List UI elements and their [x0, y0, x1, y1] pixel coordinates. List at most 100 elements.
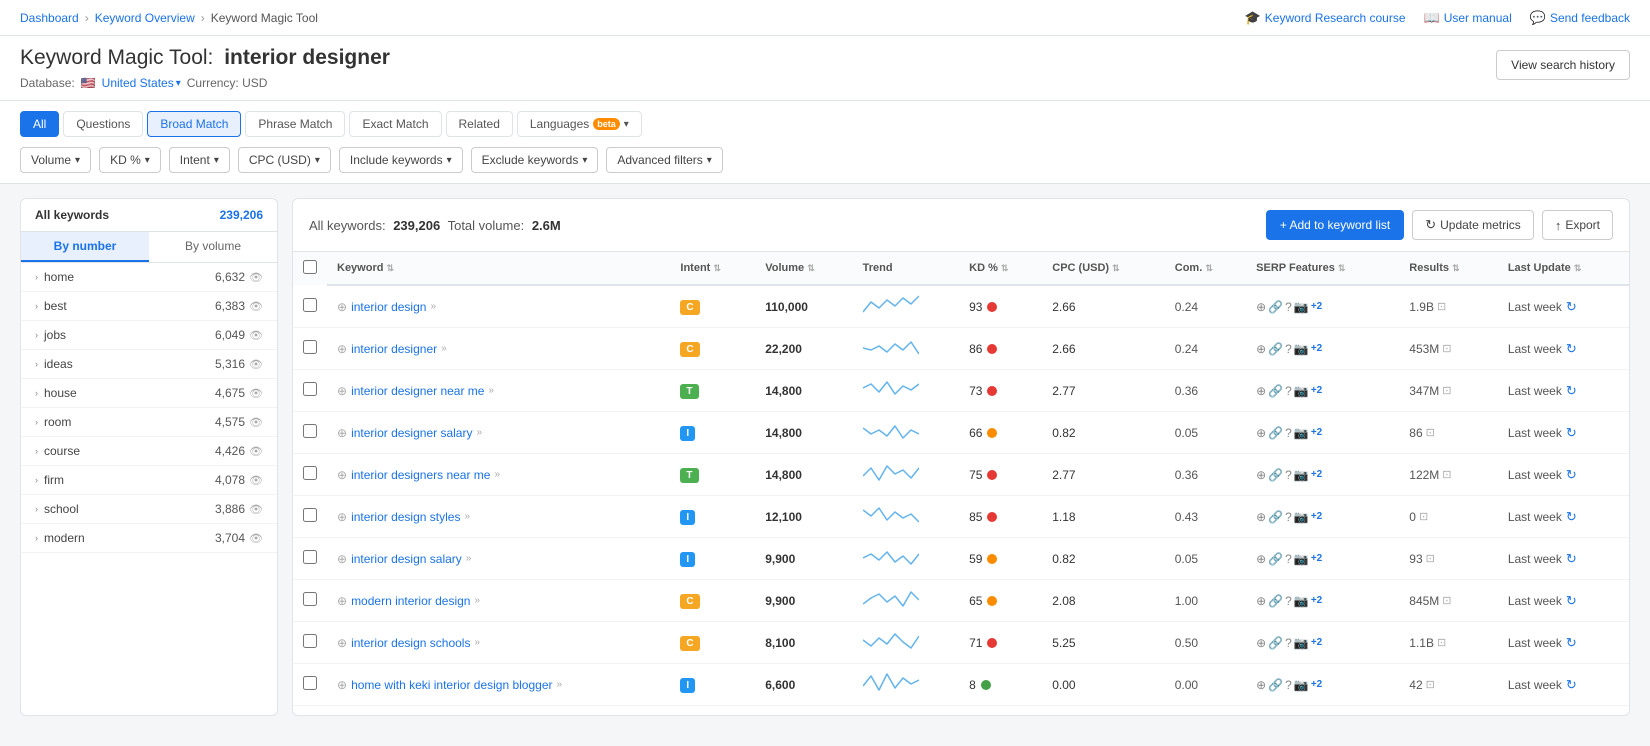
keyword-link[interactable]: ⊕ interior designers near me » — [337, 468, 660, 482]
filter-advanced[interactable]: Advanced filters ▾ — [606, 147, 722, 173]
row-checkbox[interactable] — [303, 592, 317, 606]
row-checkbox[interactable] — [303, 298, 317, 312]
sidebar-item[interactable]: › house 4,675 👁 — [21, 379, 277, 408]
feedback-link[interactable]: 💬 Send feedback — [1530, 10, 1630, 26]
row-checkbox[interactable] — [303, 634, 317, 648]
row-checkbox[interactable] — [303, 466, 317, 480]
eye-icon[interactable]: 👁 — [249, 329, 263, 342]
keyword-link[interactable]: ⊕ interior design schools » — [337, 636, 660, 650]
arrow-right-icon: » — [464, 511, 470, 522]
filter-include[interactable]: Include keywords ▾ — [339, 147, 463, 173]
tab-all[interactable]: All — [20, 111, 59, 137]
manual-link[interactable]: 📖 User manual — [1424, 10, 1512, 26]
filter-intent[interactable]: Intent ▾ — [169, 147, 230, 173]
results-value: 1.1B ⊡ — [1409, 636, 1488, 650]
keyword-text: home with keki interior design blogger — [351, 678, 552, 692]
tab-phrase-match[interactable]: Phrase Match — [245, 111, 345, 137]
keyword-count: 4,426 — [215, 444, 245, 458]
sort-by-number[interactable]: By number — [21, 232, 149, 262]
refresh-row-icon[interactable]: ↻ — [1566, 509, 1577, 525]
table-row: ⊕ interior designers near me » T 14,800 … — [293, 454, 1629, 496]
results-value: 42 ⊡ — [1409, 678, 1488, 692]
row-checkbox[interactable] — [303, 508, 317, 522]
eye-icon[interactable]: 👁 — [249, 416, 263, 429]
tab-questions[interactable]: Questions — [63, 111, 143, 137]
keyword-link[interactable]: ⊕ interior designer salary » — [337, 426, 660, 440]
sidebar-item[interactable]: › firm 4,078 👁 — [21, 466, 277, 495]
eye-icon[interactable]: 👁 — [249, 503, 263, 516]
update-metrics-button[interactable]: ↻ Update metrics — [1412, 210, 1534, 240]
add-to-keyword-list-button[interactable]: + Add to keyword list — [1266, 210, 1404, 240]
view-history-button[interactable]: View search history — [1496, 50, 1630, 80]
beta-badge: beta — [593, 118, 620, 130]
volume-value: 9,900 — [765, 552, 795, 566]
keyword-link[interactable]: ⊕ modern interior design » — [337, 594, 660, 608]
keyword-text: interior design salary — [351, 552, 462, 566]
eye-icon[interactable]: 👁 — [249, 387, 263, 400]
results-value: 1.9B ⊡ — [1409, 300, 1488, 314]
tab-languages[interactable]: Languages beta ▾ — [517, 111, 642, 137]
intent-badge: C — [680, 300, 699, 315]
last-update-value: Last week ↻ — [1508, 383, 1619, 399]
eye-icon[interactable]: 👁 — [249, 300, 263, 313]
row-checkbox[interactable] — [303, 676, 317, 690]
sidebar-item[interactable]: › home 6,632 👁 — [21, 263, 277, 292]
keyword-sort-icon: ⇅ — [387, 263, 395, 273]
eye-icon[interactable]: 👁 — [249, 445, 263, 458]
cpc-value: 0.82 — [1052, 552, 1075, 566]
keyword-count: 3,704 — [215, 531, 245, 545]
sidebar-item[interactable]: › course 4,426 👁 — [21, 437, 277, 466]
tab-broad-match[interactable]: Broad Match — [147, 111, 241, 137]
com-value: 0.05 — [1175, 426, 1198, 440]
row-checkbox[interactable] — [303, 550, 317, 564]
keyword-link[interactable]: ⊕ home with keki interior design blogger… — [337, 678, 660, 692]
results-value: 347M ⊡ — [1409, 384, 1488, 398]
refresh-row-icon[interactable]: ↻ — [1566, 593, 1577, 609]
sidebar-item[interactable]: › jobs 6,049 👁 — [21, 321, 277, 350]
refresh-row-icon[interactable]: ↻ — [1566, 383, 1577, 399]
keyword-link[interactable]: ⊕ interior designer near me » — [337, 384, 660, 398]
export-button[interactable]: ↑ Export — [1542, 210, 1613, 240]
sidebar: All keywords 239,206 By number By volume… — [20, 198, 278, 716]
breadcrumb-dashboard[interactable]: Dashboard — [20, 11, 79, 25]
table-row: ⊕ interior design schools » C 8,100 71 5… — [293, 622, 1629, 664]
filter-cpc[interactable]: CPC (USD) ▾ — [238, 147, 331, 173]
sidebar-item[interactable]: › modern 3,704 👁 — [21, 524, 277, 553]
tab-related[interactable]: Related — [446, 111, 513, 137]
refresh-row-icon[interactable]: ↻ — [1566, 341, 1577, 357]
breadcrumb-keyword-overview[interactable]: Keyword Overview — [95, 11, 195, 25]
refresh-row-icon[interactable]: ↻ — [1566, 677, 1577, 693]
sidebar-item[interactable]: › room 4,575 👁 — [21, 408, 277, 437]
select-all-checkbox[interactable] — [303, 260, 317, 274]
filter-kd[interactable]: KD % ▾ — [99, 147, 161, 173]
tab-exact-match[interactable]: Exact Match — [349, 111, 441, 137]
refresh-row-icon[interactable]: ↻ — [1566, 467, 1577, 483]
last-update-value: Last week ↻ — [1508, 635, 1619, 651]
filter-exclude[interactable]: Exclude keywords ▾ — [471, 147, 599, 173]
sidebar-item[interactable]: › school 3,886 👁 — [21, 495, 277, 524]
keyword-link[interactable]: ⊕ interior design styles » — [337, 510, 660, 524]
intent-badge: I — [680, 510, 695, 525]
sort-by-volume[interactable]: By volume — [149, 232, 277, 262]
sidebar-item[interactable]: › best 6,383 👁 — [21, 292, 277, 321]
refresh-row-icon[interactable]: ↻ — [1566, 299, 1577, 315]
table-row: ⊕ interior designer » C 22,200 86 2.66 0… — [293, 328, 1629, 370]
refresh-row-icon[interactable]: ↻ — [1566, 425, 1577, 441]
row-checkbox[interactable] — [303, 424, 317, 438]
course-link[interactable]: 🎓 Keyword Research course — [1245, 10, 1406, 26]
refresh-row-icon[interactable]: ↻ — [1566, 635, 1577, 651]
country-selector[interactable]: United States ▾ — [102, 76, 181, 90]
row-checkbox[interactable] — [303, 382, 317, 396]
sidebar-item[interactable]: › ideas 5,316 👁 — [21, 350, 277, 379]
eye-icon[interactable]: 👁 — [249, 474, 263, 487]
row-checkbox[interactable] — [303, 340, 317, 354]
filter-volume[interactable]: Volume ▾ — [20, 147, 91, 173]
eye-icon[interactable]: 👁 — [249, 271, 263, 284]
add-keyword-icon: ⊕ — [337, 510, 347, 524]
keyword-link[interactable]: ⊕ interior designer » — [337, 342, 660, 356]
keyword-link[interactable]: ⊕ interior design » — [337, 300, 660, 314]
keyword-link[interactable]: ⊕ interior design salary » — [337, 552, 660, 566]
eye-icon[interactable]: 👁 — [249, 358, 263, 371]
refresh-row-icon[interactable]: ↻ — [1566, 551, 1577, 567]
eye-icon[interactable]: 👁 — [249, 532, 263, 545]
